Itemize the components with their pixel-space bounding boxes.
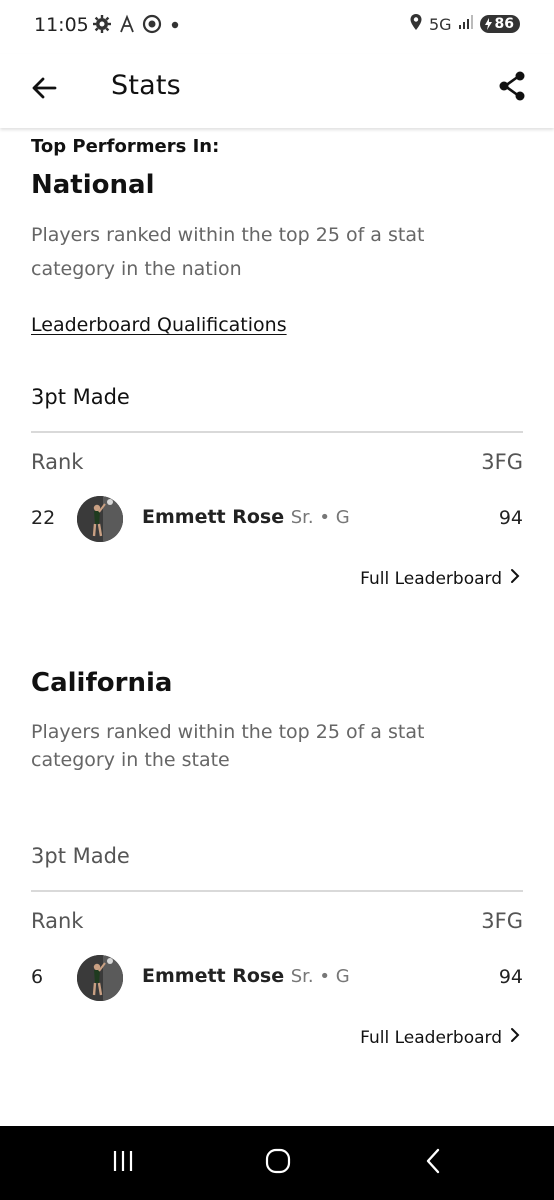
status-time: 11:05 — [34, 14, 89, 36]
back-button[interactable] — [22, 68, 66, 112]
arrow-left-icon — [31, 76, 57, 104]
signal-bars-icon — [458, 14, 474, 34]
chevron-right-icon — [510, 568, 520, 589]
share-button[interactable] — [490, 66, 534, 110]
status-left-icons — [92, 14, 182, 38]
full-leaderboard-link-california[interactable]: Full Leaderboard — [360, 1027, 520, 1048]
recent-apps-icon — [110, 1149, 136, 1177]
full-leaderboard-label: Full Leaderboard — [360, 568, 502, 589]
target-circle-icon — [142, 14, 162, 38]
full-leaderboard-link-national[interactable]: Full Leaderboard — [360, 568, 520, 589]
player-class-position: Sr. • G — [290, 966, 350, 987]
section-description-california: Players ranked within the top 25 of a st… — [31, 721, 425, 771]
top-performers-label: Top Performers In: — [31, 136, 220, 157]
divider — [31, 431, 523, 433]
nav-back-button[interactable] — [403, 1140, 463, 1186]
column-header-rank: Rank — [31, 450, 84, 474]
player-rank: 22 — [31, 507, 56, 529]
dot-icon — [168, 14, 182, 38]
home-button[interactable] — [248, 1140, 308, 1186]
column-header-3fg: 3FG — [481, 909, 523, 933]
share-icon — [497, 70, 527, 106]
leaderboard-qualifications-link[interactable]: Leaderboard Qualifications — [31, 314, 287, 336]
stats-content[interactable]: Top Performers In: National Players rank… — [0, 128, 554, 1126]
status-bar: 11:05 5G 86 — [0, 0, 554, 54]
player-class-position: Sr. • G — [290, 507, 350, 528]
player-avatar — [77, 955, 123, 1001]
battery-level: 86 — [494, 16, 514, 32]
section-description-national: Players ranked within the top 25 of a st… — [31, 224, 425, 280]
home-icon — [264, 1147, 292, 1179]
full-leaderboard-label: Full Leaderboard — [360, 1027, 502, 1048]
chevron-right-icon — [510, 1027, 520, 1048]
back-chevron-icon — [423, 1147, 443, 1179]
player-name: Emmett Rose — [142, 965, 285, 987]
player-name-line: Emmett Rose Sr. • G — [142, 965, 350, 987]
player-row[interactable]: 22 Emmett Rose Sr. • G 94 — [0, 492, 554, 548]
system-nav-bar — [0, 1126, 554, 1200]
network-label: 5G — [428, 14, 452, 34]
section-title-national: National — [31, 170, 155, 200]
text-a-icon — [118, 14, 136, 38]
category-title-california: 3pt Made — [31, 844, 130, 868]
status-right: 5G 86 — [409, 13, 520, 35]
player-stat-value: 94 — [498, 507, 523, 529]
player-row[interactable]: 6 Emmett Rose Sr. • G 94 — [0, 951, 554, 1007]
settings-gear-icon — [92, 14, 112, 38]
battery-icon: 86 — [479, 15, 520, 33]
column-header-rank: Rank — [31, 909, 84, 933]
recent-apps-button[interactable] — [93, 1140, 153, 1186]
category-title-national: 3pt Made — [31, 385, 130, 409]
app-bar: Stats — [0, 54, 554, 128]
player-rank: 6 — [31, 966, 44, 988]
page-title: Stats — [111, 70, 181, 101]
divider — [31, 890, 523, 892]
section-title-california: California — [31, 668, 173, 698]
column-header-3fg: 3FG — [481, 450, 523, 474]
player-name-line: Emmett Rose Sr. • G — [142, 506, 350, 528]
player-avatar — [77, 496, 123, 542]
player-stat-value: 94 — [498, 966, 523, 988]
player-name: Emmett Rose — [142, 506, 285, 528]
location-pin-icon — [409, 13, 423, 35]
